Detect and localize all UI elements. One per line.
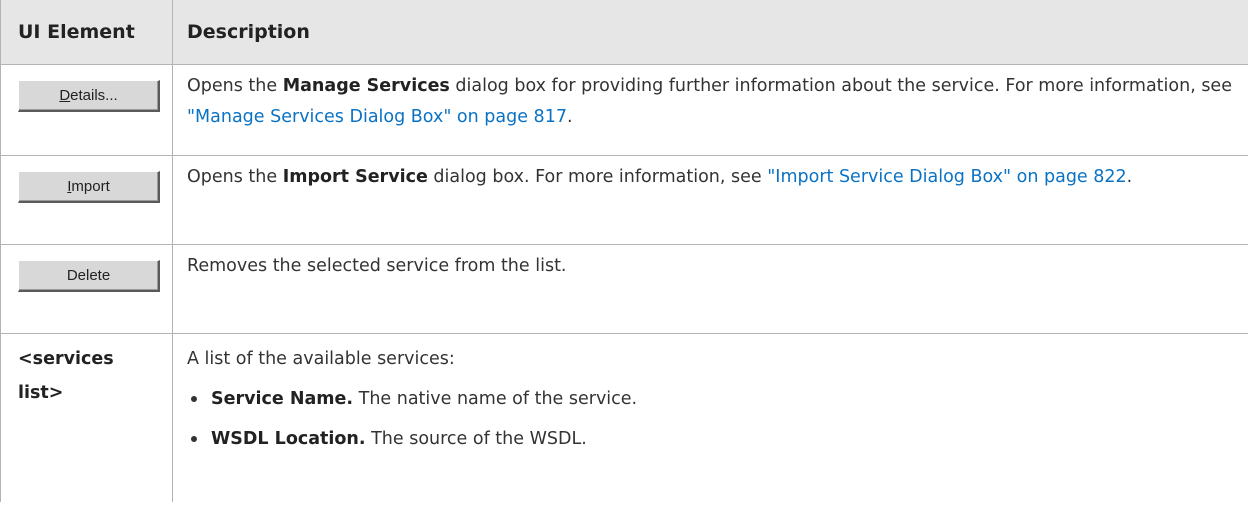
import-service-link[interactable]: "Import Service Dialog Box" on page 822 — [767, 167, 1126, 187]
ui-element-cell: Details... — [0, 64, 173, 156]
dialog-name: Import Service — [282, 167, 428, 187]
list-item: Service Name. The native name of the ser… — [187, 382, 1234, 416]
column-header-description: Description — [172, 0, 1248, 65]
ui-elements-table: UI Element Description Details... Opens … — [0, 0, 1248, 502]
bullet-term: WSDL Location. — [211, 429, 366, 449]
description-text: dialog box. For more information, see — [427, 167, 768, 187]
bullet-text: The native name of the service. — [353, 389, 638, 409]
ui-element-cell: Import — [0, 155, 173, 245]
description-text: Opens the — [187, 76, 283, 96]
description-cell: A list of the available services: Servic… — [172, 333, 1248, 502]
description-cell: Opens the Manage Services dialog box for… — [172, 64, 1248, 156]
delete-button-label: Delete — [66, 267, 111, 284]
details-button-label: Details... — [59, 87, 118, 104]
bullet-term: Service Name. — [211, 389, 354, 409]
services-list-label: <services list> — [18, 349, 114, 403]
delete-button[interactable]: Delete — [18, 260, 160, 292]
table-row: Import Opens the Import Service dialog b… — [0, 155, 1248, 245]
description-text: Removes the selected service from the li… — [187, 256, 567, 276]
import-button-label: Import — [67, 178, 110, 195]
bullet-list: Service Name. The native name of the ser… — [187, 382, 1234, 456]
description-text: . — [566, 107, 573, 127]
ui-element-cell: Delete — [0, 244, 173, 334]
table-row: Details... Opens the Manage Services dia… — [0, 64, 1248, 156]
dialog-name: Manage Services — [282, 76, 450, 96]
bullet-icon — [191, 396, 197, 402]
ui-element-cell: <services list> — [0, 333, 173, 502]
description-text: A list of the available services: — [187, 349, 455, 369]
description-text: dialog box for providing further informa… — [449, 76, 1232, 96]
description-cell: Removes the selected service from the li… — [172, 244, 1248, 334]
details-button[interactable]: Details... — [18, 80, 160, 112]
table-row: <services list> A list of the available … — [0, 333, 1248, 502]
description-text: . — [1126, 167, 1133, 187]
bullet-text: The source of the WSDL. — [365, 429, 587, 449]
import-button[interactable]: Import — [18, 171, 160, 203]
table-row: Delete Removes the selected service from… — [0, 244, 1248, 334]
bullet-icon — [191, 436, 197, 442]
description-cell: Opens the Import Service dialog box. For… — [172, 155, 1248, 245]
manage-services-link[interactable]: "Manage Services Dialog Box" on page 817 — [187, 107, 567, 127]
column-header-ui-element: UI Element — [0, 0, 173, 65]
list-item: WSDL Location. The source of the WSDL. — [187, 422, 1234, 456]
description-text: Opens the — [187, 167, 283, 187]
table-header-row: UI Element Description — [0, 0, 1248, 65]
